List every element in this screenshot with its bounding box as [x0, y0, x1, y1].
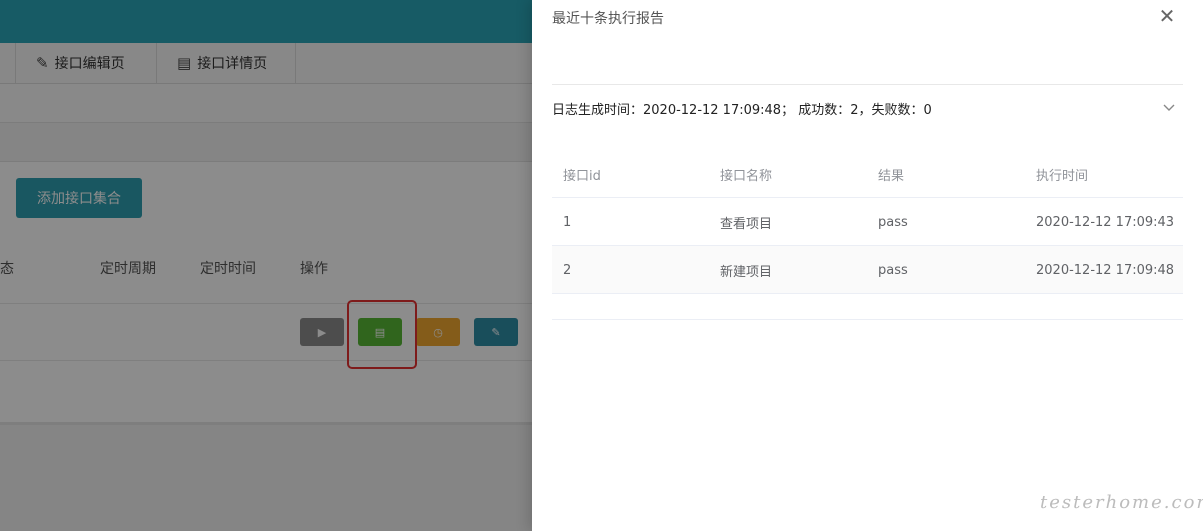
cell-api-name: 新建项目	[720, 264, 773, 280]
close-icon[interactable]: ✕	[1157, 6, 1177, 26]
drawer-title: 最近十条执行报告	[552, 11, 664, 27]
watermark: testerhome.com	[1040, 492, 1203, 513]
log-summary: 日志生成时间：2020-12-12 17:09:48； 成功数：2，失败数：0	[552, 102, 932, 118]
modal-overlay[interactable]	[0, 0, 532, 531]
column-header-exec-time: 执行时间	[1036, 168, 1089, 184]
cell-api-id: 1	[563, 214, 572, 230]
log-collapse-header[interactable]: 日志生成时间：2020-12-12 17:09:48； 成功数：2，失败数：0	[552, 85, 1183, 131]
cell-api-name: 查看项目	[720, 216, 773, 232]
table-row: 2 新建项目 pass 2020-12-12 17:09:48	[552, 246, 1183, 294]
execution-report-drawer: 最近十条执行报告 ✕ 日志生成时间：2020-12-12 17:09:48； 成…	[532, 0, 1203, 531]
cell-api-id: 2	[563, 262, 572, 278]
cell-result: pass	[878, 262, 908, 278]
cell-result: pass	[878, 214, 908, 230]
chevron-down-icon[interactable]	[1162, 100, 1176, 114]
report-table: 接口id 接口名称 结果 执行时间 1 查看项目 pass 2020-12-12…	[552, 150, 1183, 294]
collapse-bottom-border	[552, 319, 1183, 320]
column-header-api-name: 接口名称	[720, 168, 773, 184]
column-header-api-id: 接口id	[563, 168, 601, 184]
column-header-result: 结果	[878, 168, 905, 184]
cell-exec-time: 2020-12-12 17:09:43	[1036, 214, 1175, 230]
table-row: 1 查看项目 pass 2020-12-12 17:09:43	[552, 198, 1183, 246]
cell-exec-time: 2020-12-12 17:09:48	[1036, 262, 1175, 278]
table-header-row: 接口id 接口名称 结果 执行时间	[552, 150, 1183, 198]
